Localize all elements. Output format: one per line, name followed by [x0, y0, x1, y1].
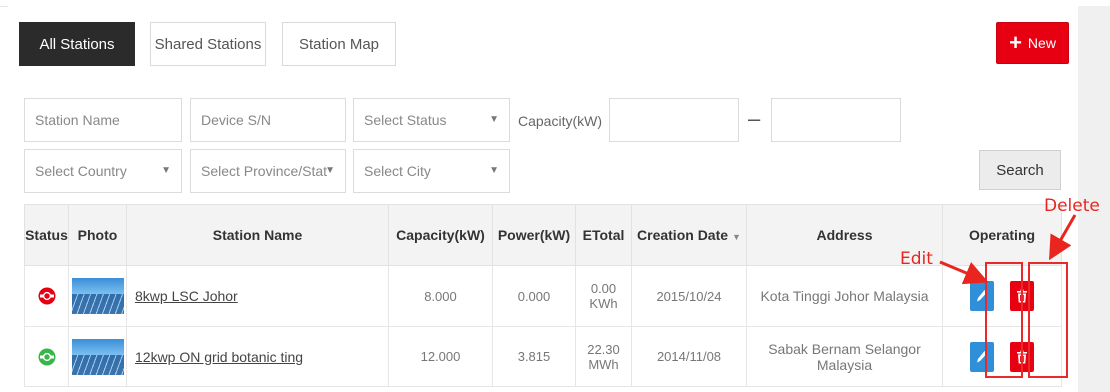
chevron-down-icon: ▼	[325, 165, 335, 176]
photo-cell	[68, 265, 127, 327]
column-header-power: Power(kW)	[492, 204, 576, 266]
sort-down-icon: ▼	[732, 232, 741, 242]
trash-icon	[1017, 289, 1027, 303]
status-online-icon	[38, 348, 56, 366]
capacity-cell: 12.000	[388, 326, 493, 387]
plus-icon: +	[1009, 30, 1022, 55]
column-header-status: Status	[24, 204, 69, 266]
station-photo[interactable]	[71, 278, 124, 314]
chevron-down-icon: ▼	[489, 165, 499, 176]
etotal-cell: 22.30 MWh	[575, 326, 632, 387]
chevron-down-icon: ▼	[161, 165, 171, 176]
tab-station-map[interactable]: Station Map	[282, 22, 396, 66]
search-button[interactable]: Search	[979, 150, 1061, 190]
tab-all-stations[interactable]: All Stations	[19, 22, 135, 66]
edit-button[interactable]	[970, 341, 994, 372]
table-row: 8kwp LSC Johor 8.000 0.000 0.00 KWh 2015…	[24, 265, 1062, 327]
column-header-etotal: ETotal	[575, 204, 632, 266]
capacity-cell: 8.000	[388, 265, 493, 327]
device-sn-input[interactable]: Device S/N	[190, 98, 346, 142]
photo-cell	[68, 326, 127, 387]
delete-button[interactable]	[1010, 281, 1034, 311]
capacity-max-input[interactable]	[771, 98, 901, 142]
capacity-range-separator: –	[748, 106, 761, 131]
pencil-icon	[977, 290, 987, 302]
edit-button[interactable]	[970, 281, 994, 311]
address-cell: Kota Tinggi Johor Malaysia	[746, 265, 943, 327]
edit-annotation-label: Edit	[900, 249, 933, 269]
station-name-cell: 12kwp ON grid botanic ting	[126, 326, 389, 387]
status-cell	[24, 265, 69, 327]
province-select-value: Select Province/Stat	[201, 163, 328, 179]
status-select[interactable]: Select Status ▼	[353, 98, 510, 142]
country-select-value: Select Country	[35, 163, 127, 179]
table-row: 12kwp ON grid botanic ting 12.000 3.815 …	[24, 326, 1062, 387]
province-select[interactable]: Select Province/Stat ▼	[190, 149, 346, 193]
device-sn-placeholder: Device S/N	[201, 112, 272, 128]
etotal-cell: 0.00 KWh	[575, 265, 632, 327]
column-header-capacity: Capacity(kW)	[388, 204, 493, 266]
delete-button[interactable]	[1010, 341, 1034, 372]
address-cell: Sabak Bernam Selangor Malaysia	[746, 326, 943, 387]
country-select[interactable]: Select Country ▼	[24, 149, 182, 193]
operating-cell	[942, 326, 1062, 387]
capacity-label: Capacity(kW)	[518, 113, 603, 129]
creation-date-cell: 2014/11/08	[631, 326, 747, 387]
column-header-photo: Photo	[68, 204, 127, 266]
chevron-down-icon: ▼	[489, 114, 499, 125]
new-station-button[interactable]: + New	[996, 22, 1069, 64]
station-name-link[interactable]: 12kwp ON grid botanic ting	[135, 349, 303, 365]
power-cell: 0.000	[492, 265, 576, 327]
status-cell	[24, 326, 69, 387]
stations-table: Status Photo Station Name Capacity(kW) P…	[24, 204, 1062, 387]
power-cell: 3.815	[492, 326, 576, 387]
creation-date-header-label: Creation Date	[637, 227, 729, 243]
station-name-placeholder: Station Name	[35, 112, 120, 128]
status-offline-icon	[38, 287, 56, 305]
tab-shared-stations[interactable]: Shared Stations	[150, 22, 266, 66]
column-header-station-name: Station Name	[126, 204, 389, 266]
operating-cell	[942, 265, 1062, 327]
column-header-creation-date[interactable]: Creation Date ▼	[631, 204, 747, 266]
station-name-link[interactable]: 8kwp LSC Johor	[135, 288, 238, 304]
status-select-value: Select Status	[364, 112, 447, 128]
station-name-cell: 8kwp LSC Johor	[126, 265, 389, 327]
station-name-input[interactable]: Station Name	[24, 98, 182, 142]
creation-date-cell: 2015/10/24	[631, 265, 747, 327]
pencil-icon	[977, 350, 987, 362]
new-button-label: New	[1027, 35, 1056, 51]
delete-annotation-label: Delete	[1044, 196, 1100, 216]
city-select[interactable]: Select City ▼	[353, 149, 510, 193]
capacity-min-input[interactable]	[609, 98, 739, 142]
station-photo[interactable]	[71, 338, 124, 375]
city-select-value: Select City	[364, 163, 431, 179]
trash-icon	[1017, 350, 1027, 363]
